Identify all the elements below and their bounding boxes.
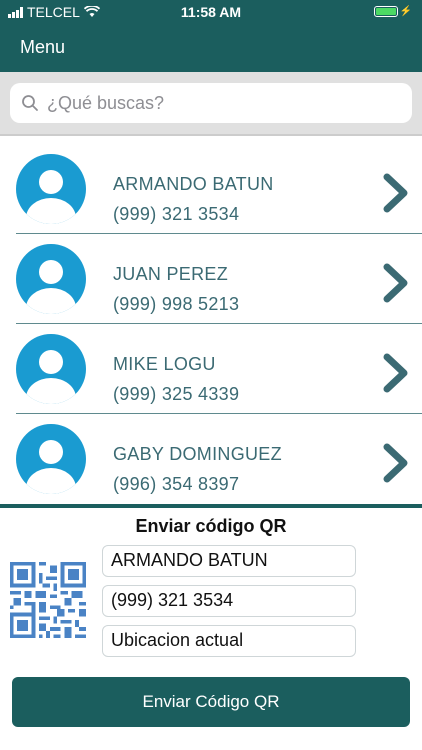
contact-name: ARMANDO BATUN [113,174,274,194]
contact-list[interactable]: ARMANDO BATUN (999) 321 3534 JUAN PEREZ … [0,134,422,504]
contact-phone: (996) 354 8397 [113,474,240,494]
send-qr-button[interactable]: Enviar Código QR [12,677,410,727]
clock: 11:58 AM [180,4,242,20]
search-input[interactable] [45,91,389,115]
contact-phone: (999) 321 3534 [113,204,240,224]
chevron-right-icon[interactable] [380,442,410,484]
avatar-icon [16,424,86,494]
contact-name: JUAN PEREZ [113,264,229,284]
name-field[interactable]: ARMANDO BATUN [102,545,356,577]
chevron-right-icon[interactable] [380,262,410,304]
contact-name: MIKE LOGU [113,354,216,374]
chevron-right-icon[interactable] [380,172,410,214]
contact-phone: (999) 325 4339 [113,384,240,404]
avatar-icon [16,154,86,224]
qr-panel-title: Enviar código QR [135,516,287,536]
contact-row[interactable]: JUAN PEREZ (999) 998 5213 [16,234,422,324]
contact-row[interactable]: MIKE LOGU (999) 325 4339 [16,324,422,414]
menu-button[interactable]: Menu [20,37,65,58]
status-bar: TELCEL 11:58 AM ⚡ [0,0,422,24]
search-icon [22,95,38,111]
contact-row[interactable]: ARMANDO BATUN (999) 321 3534 [16,144,422,234]
nav-bar: Menu [0,24,422,72]
contact-name: GABY DOMINGUEZ [113,444,282,464]
battery-icon: ⚡ [373,6,412,17]
location-field[interactable]: Ubicacion actual [102,625,356,657]
search-bar-container [0,72,422,134]
search-bar[interactable] [10,83,412,123]
contact-row[interactable]: GABY DOMINGUEZ (996) 354 8397 [16,414,422,504]
contact-phone: (999) 998 5213 [113,294,240,314]
avatar-icon [16,244,86,314]
chevron-right-icon[interactable] [380,352,410,394]
avatar-icon [16,334,86,404]
phone-field[interactable]: (999) 321 3534 [102,585,356,617]
qr-code-icon [10,562,86,638]
